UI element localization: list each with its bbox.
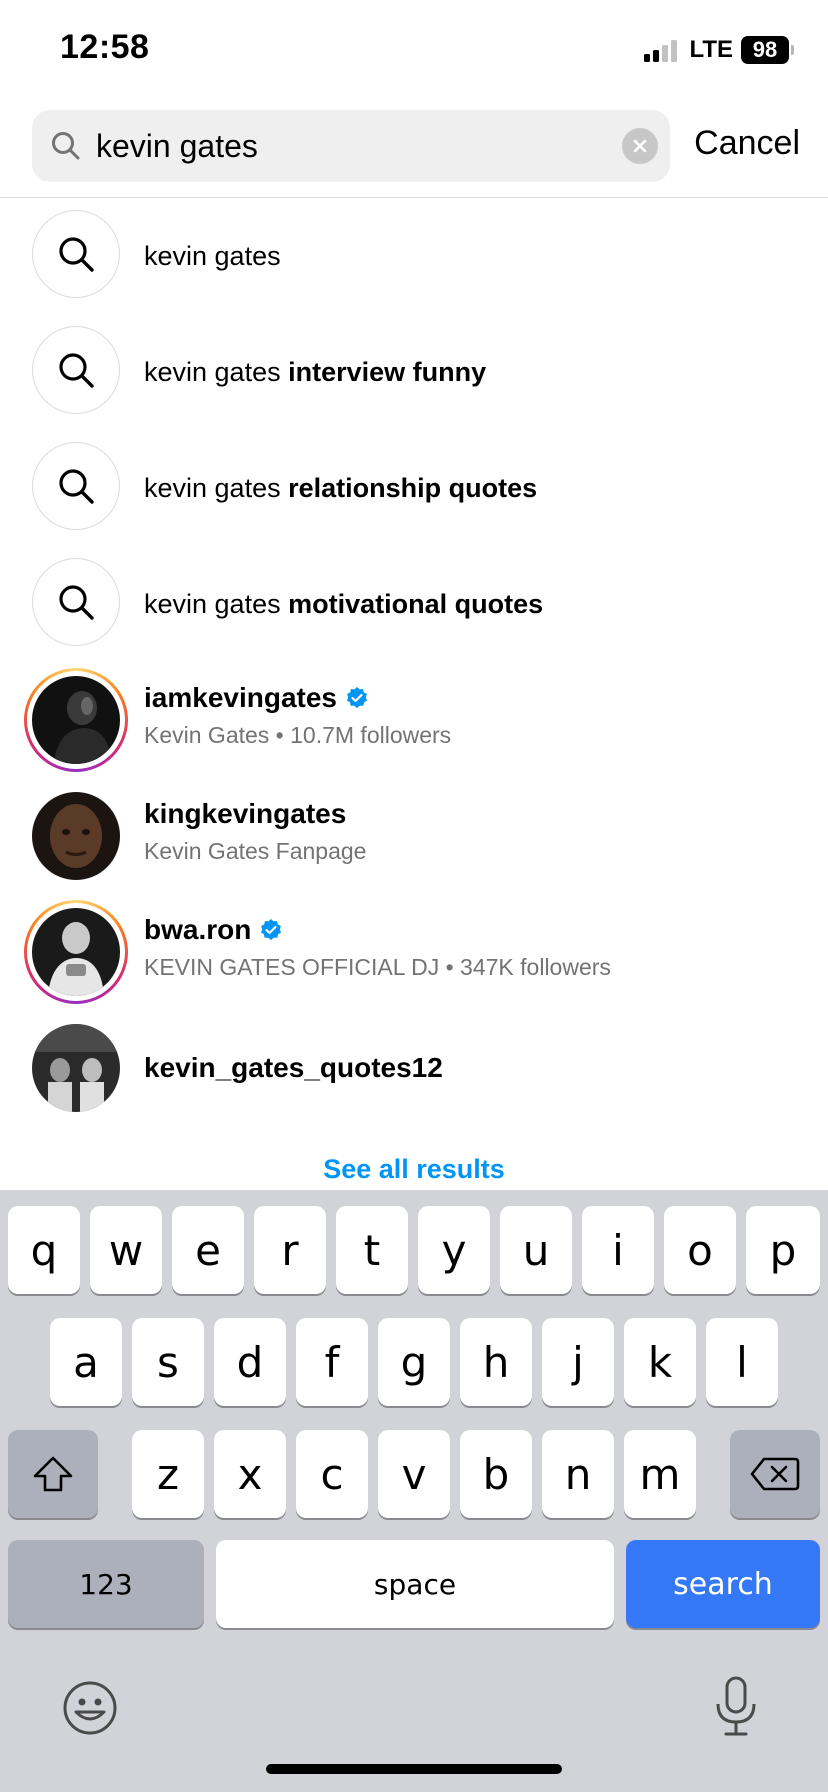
- avatar: [32, 792, 120, 880]
- key-d[interactable]: d: [214, 1318, 286, 1406]
- battery-icon: 98: [741, 36, 794, 64]
- avatar: [32, 908, 120, 996]
- numbers-key[interactable]: 123: [8, 1540, 204, 1628]
- account-row[interactable]: kevin_gates_quotes12: [0, 1010, 828, 1126]
- username: kevin_gates_quotes12: [144, 1052, 443, 1083]
- emoji-icon[interactable]: [62, 1680, 118, 1736]
- search-suggestion-circle: [32, 326, 120, 414]
- username: iamkevingates: [144, 682, 451, 714]
- avatar-frame[interactable]: [24, 784, 128, 888]
- story-ring[interactable]: [24, 900, 128, 1004]
- clear-search-button[interactable]: [622, 128, 658, 164]
- suggestion-text: kevin gates relationship quotes: [144, 472, 538, 503]
- key-y[interactable]: y: [418, 1206, 490, 1294]
- space-key[interactable]: space: [216, 1540, 614, 1628]
- account-info: kingkevingates Kevin Gates Fanpage: [144, 798, 366, 865]
- key-x[interactable]: x: [214, 1430, 286, 1518]
- suggestion-text: kevin gates: [144, 240, 281, 271]
- key-v[interactable]: v: [378, 1430, 450, 1518]
- key-r[interactable]: r: [254, 1206, 326, 1294]
- key-s[interactable]: s: [132, 1318, 204, 1406]
- status-bar: 12:58 LTE 98: [0, 0, 828, 100]
- home-indicator[interactable]: [266, 1764, 562, 1774]
- shift-icon: [33, 1456, 73, 1492]
- key-n[interactable]: n: [542, 1430, 614, 1518]
- key-p[interactable]: p: [746, 1206, 820, 1294]
- suggestion-text: kevin gates motivational quotes: [144, 588, 544, 619]
- close-icon: [633, 139, 647, 153]
- search-suggestion-circle: [32, 210, 120, 298]
- key-q[interactable]: q: [8, 1206, 80, 1294]
- avatar-frame[interactable]: [24, 1016, 128, 1120]
- status-indicators: LTE 98: [644, 34, 794, 66]
- key-u[interactable]: u: [500, 1206, 572, 1294]
- account-subtitle: Kevin Gates • 10.7M followers: [144, 722, 452, 748]
- search-suggestion-circle: [32, 442, 120, 530]
- key-f[interactable]: f: [296, 1318, 368, 1406]
- key-c[interactable]: c: [296, 1430, 368, 1518]
- key-b[interactable]: b: [460, 1430, 532, 1518]
- avatar: [32, 1024, 120, 1112]
- key-h[interactable]: h: [460, 1318, 532, 1406]
- backspace-icon: [750, 1457, 800, 1491]
- search-icon: [59, 237, 94, 272]
- suggestion-row[interactable]: kevin gates motivational quotes: [0, 546, 828, 662]
- key-l[interactable]: l: [706, 1318, 778, 1406]
- account-row[interactable]: bwa.ron KEVIN GATES OFFICIAL DJ • 347K f…: [0, 894, 828, 1010]
- key-a[interactable]: a: [50, 1318, 122, 1406]
- search-suggestion-circle: [32, 558, 120, 646]
- account-info: iamkevingates Kevin Gates • 10.7M follow…: [144, 682, 451, 749]
- search-input[interactable]: [96, 110, 596, 182]
- key-j[interactable]: j: [542, 1318, 614, 1406]
- key-i[interactable]: i: [582, 1206, 654, 1294]
- search-icon: [59, 353, 94, 388]
- account-subtitle: Kevin Gates Fanpage: [144, 838, 367, 864]
- suggestion-row[interactable]: kevin gates interview funny: [0, 314, 828, 430]
- search-key[interactable]: search: [626, 1540, 820, 1628]
- suggestion-text: kevin gates interview funny: [144, 356, 487, 387]
- key-t[interactable]: t: [336, 1206, 408, 1294]
- search-header: Cancel: [0, 108, 828, 198]
- verified-badge-icon: [347, 687, 367, 708]
- username: bwa.ron: [144, 914, 611, 946]
- network-label: LTE: [689, 36, 733, 63]
- username: kingkevingates: [144, 798, 347, 829]
- key-z[interactable]: z: [132, 1430, 204, 1518]
- story-ring[interactable]: [24, 668, 128, 772]
- avatar: [32, 676, 120, 764]
- account-subtitle: KEVIN GATES OFFICIAL DJ • 347K followers: [144, 954, 611, 980]
- key-k[interactable]: k: [624, 1318, 696, 1406]
- search-icon: [52, 132, 80, 160]
- account-row[interactable]: iamkevingates Kevin Gates • 10.7M follow…: [0, 662, 828, 778]
- status-time: 12:58: [60, 28, 150, 66]
- search-icon: [59, 585, 94, 620]
- microphone-icon[interactable]: [712, 1676, 760, 1738]
- suggestion-row[interactable]: kevin gates relationship quotes: [0, 430, 828, 546]
- search-icon: [59, 469, 94, 504]
- key-o[interactable]: o: [664, 1206, 736, 1294]
- cancel-button[interactable]: Cancel: [694, 124, 800, 163]
- key-e[interactable]: e: [172, 1206, 244, 1294]
- verified-badge-icon: [261, 919, 282, 940]
- suggestion-row[interactable]: kevin gates: [0, 198, 828, 314]
- key-w[interactable]: w: [90, 1206, 162, 1294]
- see-all-results-link[interactable]: See all results: [0, 1154, 828, 1185]
- key-g[interactable]: g: [378, 1318, 450, 1406]
- search-results: kevin gates kevin gates interview funny …: [0, 198, 828, 1126]
- keyboard: q w e r t y u i o p a s d f g h j k l z …: [0, 1190, 828, 1792]
- backspace-key[interactable]: [730, 1430, 820, 1518]
- search-box[interactable]: [32, 110, 670, 182]
- signal-icon: [644, 38, 678, 62]
- key-m[interactable]: m: [624, 1430, 696, 1518]
- shift-key[interactable]: [8, 1430, 98, 1518]
- account-row[interactable]: kingkevingates Kevin Gates Fanpage: [0, 778, 828, 894]
- battery-level: 98: [741, 36, 789, 64]
- account-info: bwa.ron KEVIN GATES OFFICIAL DJ • 347K f…: [144, 914, 611, 981]
